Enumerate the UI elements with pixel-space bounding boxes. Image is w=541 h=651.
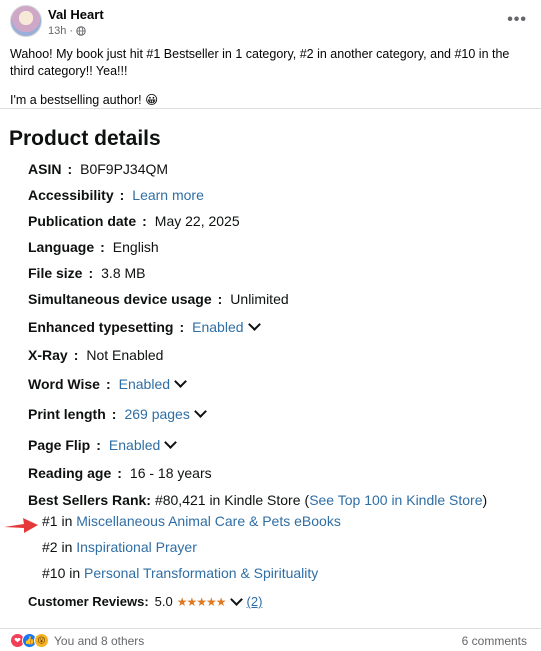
rank-item-1: #1 in Miscellaneous Animal Care & Pets e… — [42, 513, 341, 529]
product-details-image[interactable]: Product details ASIN : B0F9PJ34QM Access… — [0, 109, 541, 627]
typesetting-label: Enhanced typesetting — [28, 319, 174, 335]
top100-link[interactable]: See Top 100 in Kindle Store — [309, 492, 482, 508]
bestsellers-label: Best Sellers Rank: — [28, 492, 151, 508]
rank-item-3: #10 in Personal Transformation & Spiritu… — [42, 565, 319, 581]
author-name[interactable]: Val Heart — [48, 7, 104, 22]
reviews-row: Customer Reviews: 5.0 ★★★★★ (2) — [28, 592, 263, 609]
post-text-line2: I'm a bestselling author! 😀 — [10, 93, 159, 107]
reviews-label: Customer Reviews: — [28, 594, 149, 609]
chevron-down-icon[interactable] — [174, 375, 187, 388]
simultaneous-value: Unlimited — [230, 291, 289, 307]
wordwise-label: Word Wise — [28, 376, 100, 392]
rank-category-link[interactable]: Miscellaneous Animal Care & Pets eBooks — [76, 513, 341, 529]
review-count-link[interactable]: (2) — [247, 594, 263, 609]
divider — [0, 628, 541, 629]
printlength-label: Print length — [28, 406, 106, 422]
simultaneous-label: Simultaneous device usage — [28, 291, 212, 307]
wordwise-link[interactable]: Enabled — [119, 376, 170, 392]
rank-category-link[interactable]: Inspirational Prayer — [76, 539, 197, 555]
chevron-down-icon[interactable] — [229, 592, 243, 606]
bestsellers-value: #80,421 in Kindle Store — [154, 492, 301, 508]
pageflip-link[interactable]: Enabled — [109, 437, 160, 453]
readingage-label: Reading age — [28, 465, 112, 481]
red-arrow-icon — [4, 518, 38, 533]
xray-label: X-Ray — [28, 347, 68, 363]
more-dots-icon[interactable]: ••• — [507, 11, 527, 29]
chevron-down-icon[interactable] — [247, 318, 261, 331]
comments-count[interactable]: 6 comments — [462, 634, 527, 648]
post-footer: ❤ 👍 😮 You and 8 others 6 comments — [10, 633, 531, 651]
filesize-label: File size — [28, 265, 83, 281]
post-text: Wahoo! My book just hit #1 Bestseller in… — [10, 46, 530, 109]
pageflip-row: Page Flip : Enabled — [28, 436, 178, 453]
typesetting-link[interactable]: Enabled — [192, 319, 243, 335]
asin-label: ASIN — [28, 161, 62, 177]
language-label: Language — [28, 239, 95, 255]
xray-row: X-Ray : Not Enabled — [28, 347, 164, 363]
rank-item-2: #2 in Inspirational Prayer — [42, 539, 197, 555]
accessibility-link[interactable]: Learn more — [132, 187, 204, 203]
pageflip-label: Page Flip — [28, 437, 91, 453]
printlength-link[interactable]: 269 pages — [124, 406, 189, 422]
post-meta: 13h · — [48, 25, 86, 37]
simultaneous-row: Simultaneous device usage : Unlimited — [28, 291, 289, 307]
rank-category-link[interactable]: Personal Transformation & Spirituality — [84, 565, 318, 581]
bestsellers-row: Best Sellers Rank: #80,421 in Kindle Sto… — [28, 492, 488, 508]
filesize-value: 3.8 MB — [101, 265, 146, 281]
xray-value: Not Enabled — [86, 347, 164, 363]
publication-label: Publication date — [28, 213, 137, 229]
globe-icon — [76, 26, 86, 36]
accessibility-row: Accessibility : Learn more — [28, 187, 204, 203]
chevron-down-icon[interactable] — [193, 405, 207, 418]
star-rating-icon[interactable]: ★★★★★ — [177, 595, 227, 609]
wordwise-row: Word Wise : Enabled — [28, 375, 187, 392]
post-text-line1: Wahoo! My book just hit #1 Bestseller in… — [10, 47, 510, 78]
language-value: English — [112, 239, 159, 255]
printlength-row: Print length : 269 pages — [28, 405, 207, 422]
reactions-count[interactable]: You and 8 others — [54, 634, 144, 648]
reactions[interactable]: ❤ 👍 😮 You and 8 others — [10, 633, 144, 648]
typesetting-row: Enhanced typesetting : Enabled — [28, 318, 261, 335]
accessibility-label: Accessibility — [28, 187, 114, 203]
readingage-row: Reading age : 16 - 18 years — [28, 465, 212, 481]
asin-row: ASIN : B0F9PJ34QM — [28, 161, 169, 177]
asin-value: B0F9PJ34QM — [80, 161, 169, 177]
publication-row: Publication date : May 22, 2025 — [28, 213, 240, 229]
product-details-title: Product details — [9, 127, 161, 150]
wow-reaction-icon: 😮 — [34, 633, 49, 648]
language-row: Language : English — [28, 239, 159, 255]
chevron-down-icon[interactable] — [164, 436, 178, 449]
post-time[interactable]: 13h — [48, 25, 66, 37]
readingage-value: 16 - 18 years — [129, 465, 212, 481]
publication-value: May 22, 2025 — [154, 213, 240, 229]
rating-value: 5.0 — [154, 594, 173, 609]
filesize-row: File size : 3.8 MB — [28, 265, 146, 281]
avatar[interactable] — [10, 5, 42, 37]
post-header: Val Heart 13h · ••• — [10, 5, 531, 45]
